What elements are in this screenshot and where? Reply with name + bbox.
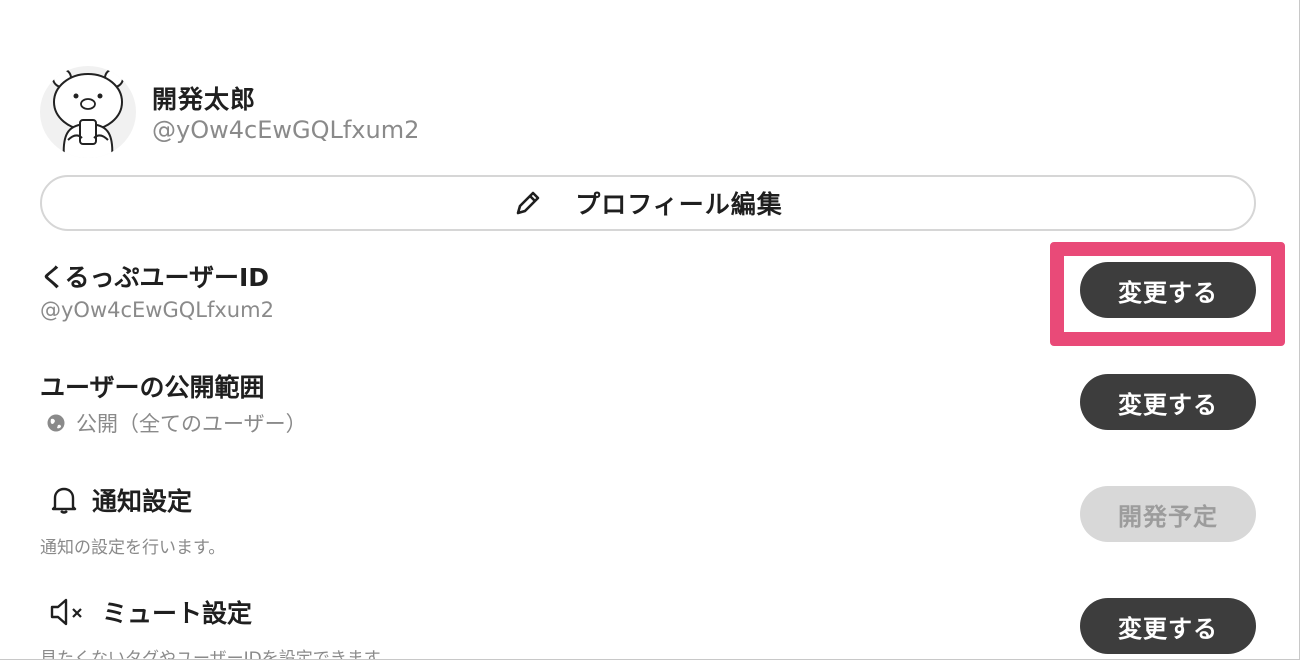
notifications-title: 通知設定 bbox=[92, 487, 193, 516]
edit-profile-label: プロフィール編集 bbox=[575, 191, 783, 219]
mute-title: ミュート設定 bbox=[102, 599, 253, 628]
user-id-value: @yOw4cEwGQLfxum2 bbox=[40, 298, 274, 322]
change-mute-button[interactable]: 変更する bbox=[1080, 598, 1256, 654]
mute-description: 見たくないタグやユーザーIDを設定できます。 bbox=[40, 649, 397, 660]
highlight-box bbox=[1050, 242, 1285, 346]
visibility-title: ユーザーの公開範囲 bbox=[40, 373, 265, 402]
bear-avatar-icon bbox=[52, 68, 124, 158]
pencil-icon bbox=[513, 188, 559, 218]
mute-title-row: ミュート設定 bbox=[48, 594, 252, 630]
change-visibility-button[interactable]: 変更する bbox=[1080, 374, 1256, 430]
notifications-description: 通知の設定を行います。 bbox=[40, 538, 226, 558]
user-handle: @yOw4cEwGQLfxum2 bbox=[152, 116, 420, 144]
edit-profile-button[interactable]: プロフィール編集 bbox=[40, 175, 1256, 231]
user-display-name: 開発太郎 bbox=[152, 85, 257, 114]
settings-page: 開発太郎 @yOw4cEwGQLfxum2 プロフィール編集 くるっぷユーザーI… bbox=[0, 0, 1300, 660]
visibility-value-row: 公開（全てのユーザー） bbox=[46, 408, 307, 438]
globe-icon bbox=[46, 413, 66, 433]
avatar[interactable] bbox=[40, 66, 136, 158]
user-id-title: くるっぷユーザーID bbox=[40, 263, 270, 292]
visibility-value: 公開（全てのユーザー） bbox=[76, 412, 307, 436]
notifications-coming-soon-button: 開発予定 bbox=[1080, 486, 1256, 542]
notifications-title-row: 通知設定 bbox=[48, 482, 192, 518]
speaker-mute-icon bbox=[48, 596, 90, 628]
bell-icon bbox=[48, 484, 80, 516]
